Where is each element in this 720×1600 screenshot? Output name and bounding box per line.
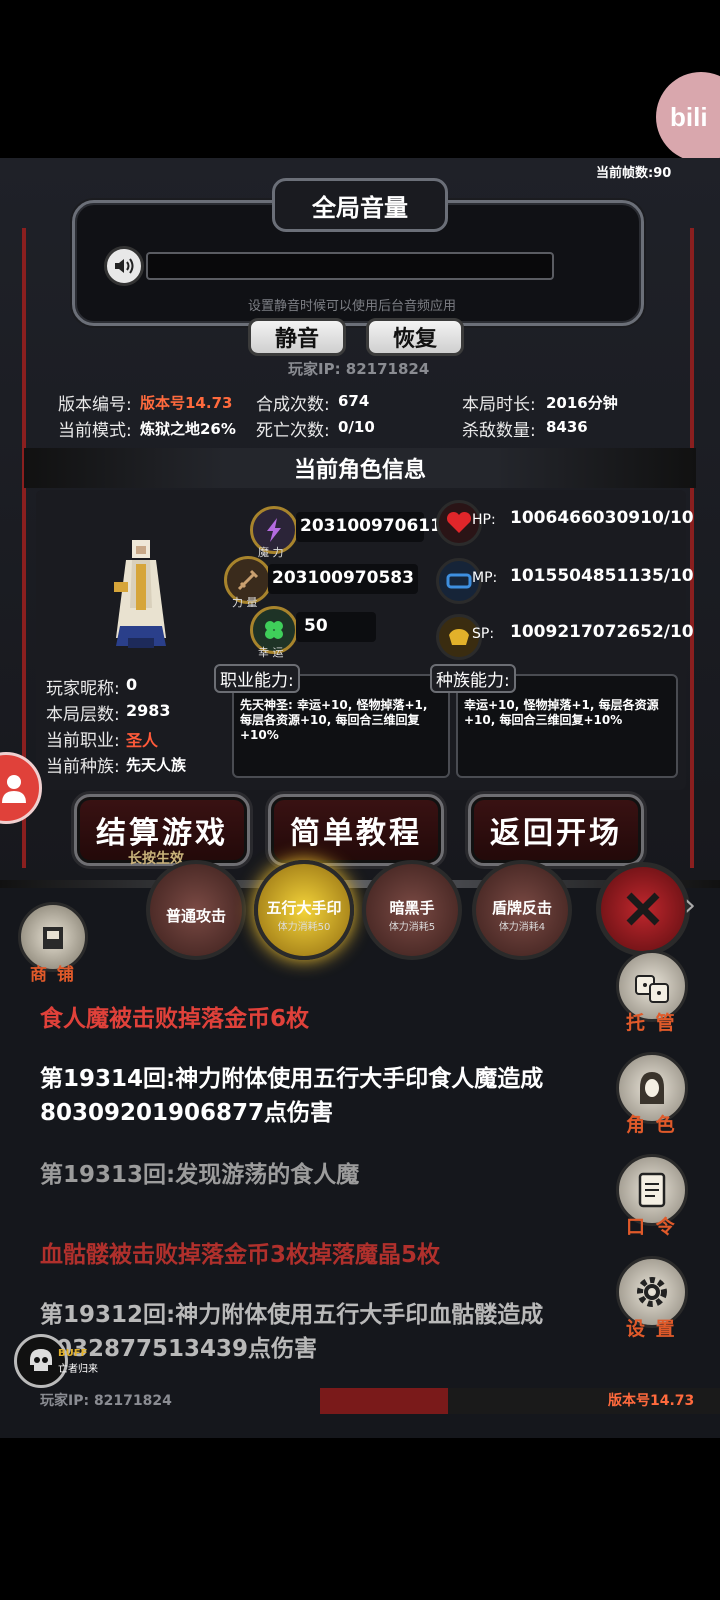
return-start-label: 返回开场 — [490, 816, 622, 851]
bilibili-float-button[interactable]: bili — [656, 72, 720, 162]
fps-readout: 当前帧数:90 — [596, 166, 672, 181]
close-icon — [626, 892, 660, 926]
race-value: 先天人族 — [126, 756, 187, 774]
chevron-right-icon[interactable]: › — [684, 888, 696, 923]
power-label: 力 量 — [232, 596, 258, 609]
user-icon — [2, 775, 26, 803]
skill-dark-hand[interactable]: 暗黑手 体力消耗5 — [362, 860, 462, 960]
race-ability-text: 幸运+10, 怪物掉落+1, 每层各资源+10, 每回合三维回复+10% — [464, 698, 659, 727]
mp-label: MP: — [472, 570, 498, 586]
luck-value: 50 — [304, 616, 328, 636]
skill-cost: 体力消耗50 — [277, 922, 331, 933]
skill-five-element-palm[interactable]: 五行大手印 体力消耗50 — [254, 860, 354, 960]
character-label: 角 色 — [626, 1114, 677, 1136]
restore-label: 恢复 — [392, 327, 437, 352]
floors-value: 2983 — [126, 701, 171, 720]
code-label: 口 令 — [626, 1216, 677, 1238]
player-ip: 玩家IP: 82171824 — [288, 360, 430, 378]
bili-logo-text: bili — [670, 101, 708, 132]
settings-label: 设 置 — [626, 1318, 677, 1340]
death-value: 0/10 — [338, 418, 375, 436]
death-label: 死亡次数: — [256, 421, 330, 441]
floors-label: 本局层数: — [46, 705, 120, 725]
version-value: 版本号14.73 — [140, 394, 233, 412]
shop-icon — [43, 927, 63, 949]
job-ability-text: 先天神圣: 幸运+10, 怪物掉落+1, 每层各资源+10, 每回合三维回复+1… — [240, 698, 428, 742]
log-line-2: 第19314回:神力附体使用五行大手印食人魔造成80309201906877点伤… — [40, 1066, 544, 1126]
buff-sub: 亡者归来 — [58, 1364, 98, 1375]
character-avatar — [106, 538, 176, 650]
footer-version: 版本号14.73 — [608, 1393, 695, 1409]
scroll-icon — [638, 1172, 666, 1208]
volume-title-plate: 全局音量 — [272, 178, 448, 232]
tutorial-button[interactable]: 简单教程 — [268, 794, 444, 866]
magic-label: 魔 力 — [258, 546, 284, 559]
status-panel: 当前帧数:90 全局音量 设置静音时候可以使用后台音频应用 静音 恢复 玩家IP… — [0, 158, 720, 888]
nickname-value: 0 — [126, 675, 138, 694]
job-ability-title: 职业能力: — [214, 664, 300, 693]
race-label: 当前种族: — [46, 757, 120, 777]
restore-button[interactable]: 恢复 — [366, 318, 464, 356]
character-section-title: 当前角色信息 — [293, 458, 426, 483]
nickname-label: 玩家昵称: — [46, 679, 120, 699]
craft-value: 674 — [338, 392, 370, 410]
close-skills-button[interactable] — [596, 862, 690, 956]
mp-value: 1015504851135/10 — [510, 566, 694, 586]
shop-label: 商 铺 — [30, 965, 76, 985]
log-line-4: 血骷髅被击败掉落金币3枚掉落魔晶5枚 — [40, 1242, 441, 1268]
skill-cost: 体力消耗4 — [498, 922, 546, 933]
log-line-5: 第19312回:神力附体使用五行大手印血骷髅造成8032877513439点伤害 — [40, 1302, 544, 1362]
time-label: 本局时长: — [462, 395, 536, 415]
sp-value: 1009217072652/10 — [510, 622, 694, 642]
race-ability-title: 种族能力: — [430, 664, 516, 693]
skill-name: 五行大手印 — [266, 899, 342, 917]
skill-shield-counter[interactable]: 盾牌反击 体力消耗4 — [472, 860, 572, 960]
mute-label: 静音 — [274, 327, 319, 352]
log-line-3: 第19313回:发现游荡的食人魔 — [40, 1162, 360, 1188]
tutorial-label: 简单教程 — [290, 816, 422, 851]
dice-icon — [635, 975, 669, 1003]
volume-hint: 设置静音时候可以使用后台音频应用 — [248, 299, 457, 314]
version-label: 版本编号: — [58, 395, 132, 415]
buff-label: BUFF — [58, 1348, 88, 1359]
time-value: 2016分钟 — [546, 394, 618, 412]
sp-label: SP: — [472, 626, 495, 642]
skill-cost: 体力消耗5 — [388, 922, 436, 933]
hp-label: HP: — [472, 512, 496, 528]
volume-title: 全局音量 — [312, 193, 408, 222]
character-title-plate: 当前角色信息 — [24, 448, 696, 488]
footer-ip: 玩家IP: 82171824 — [40, 1393, 172, 1409]
job-value: 圣人 — [126, 731, 159, 750]
kills-label: 杀敌数量: — [462, 421, 536, 441]
right-red-border — [690, 228, 694, 868]
hp-value: 1006466030910/10 — [510, 508, 694, 528]
auto-play-label: 托 管 — [626, 1012, 677, 1034]
magic-value: 203100970611 — [300, 516, 442, 536]
gear-icon — [637, 1277, 667, 1307]
power-value: 203100970583 — [272, 568, 414, 588]
craft-label: 合成次数: — [256, 395, 330, 415]
return-start-button[interactable]: 返回开场 — [468, 794, 644, 866]
mode-label: 当前模式: — [58, 421, 132, 441]
skill-name: 盾牌反击 — [491, 899, 552, 917]
kills-value: 8436 — [546, 418, 588, 436]
job-label: 当前职业: — [46, 731, 120, 751]
speaker-icon[interactable] — [104, 246, 144, 286]
skill-name: 暗黑手 — [389, 899, 435, 917]
mode-value: 炼狱之地26% — [140, 420, 236, 438]
hooded-figure-icon — [640, 1072, 664, 1104]
settle-game-label: 结算游戏 — [96, 816, 228, 851]
volume-slider[interactable] — [146, 252, 554, 280]
mute-button[interactable]: 静音 — [248, 318, 346, 356]
game-screen: 当前帧数:90 全局音量 设置静音时候可以使用后台音频应用 静音 恢复 玩家IP… — [0, 158, 720, 1438]
skill-name: 普通攻击 — [165, 906, 226, 925]
skill-normal-attack[interactable]: 普通攻击 — [146, 860, 246, 960]
log-line-1: 食人魔被击败掉落金币6枚 — [40, 1006, 310, 1032]
luck-label: 幸 运 — [258, 646, 284, 659]
